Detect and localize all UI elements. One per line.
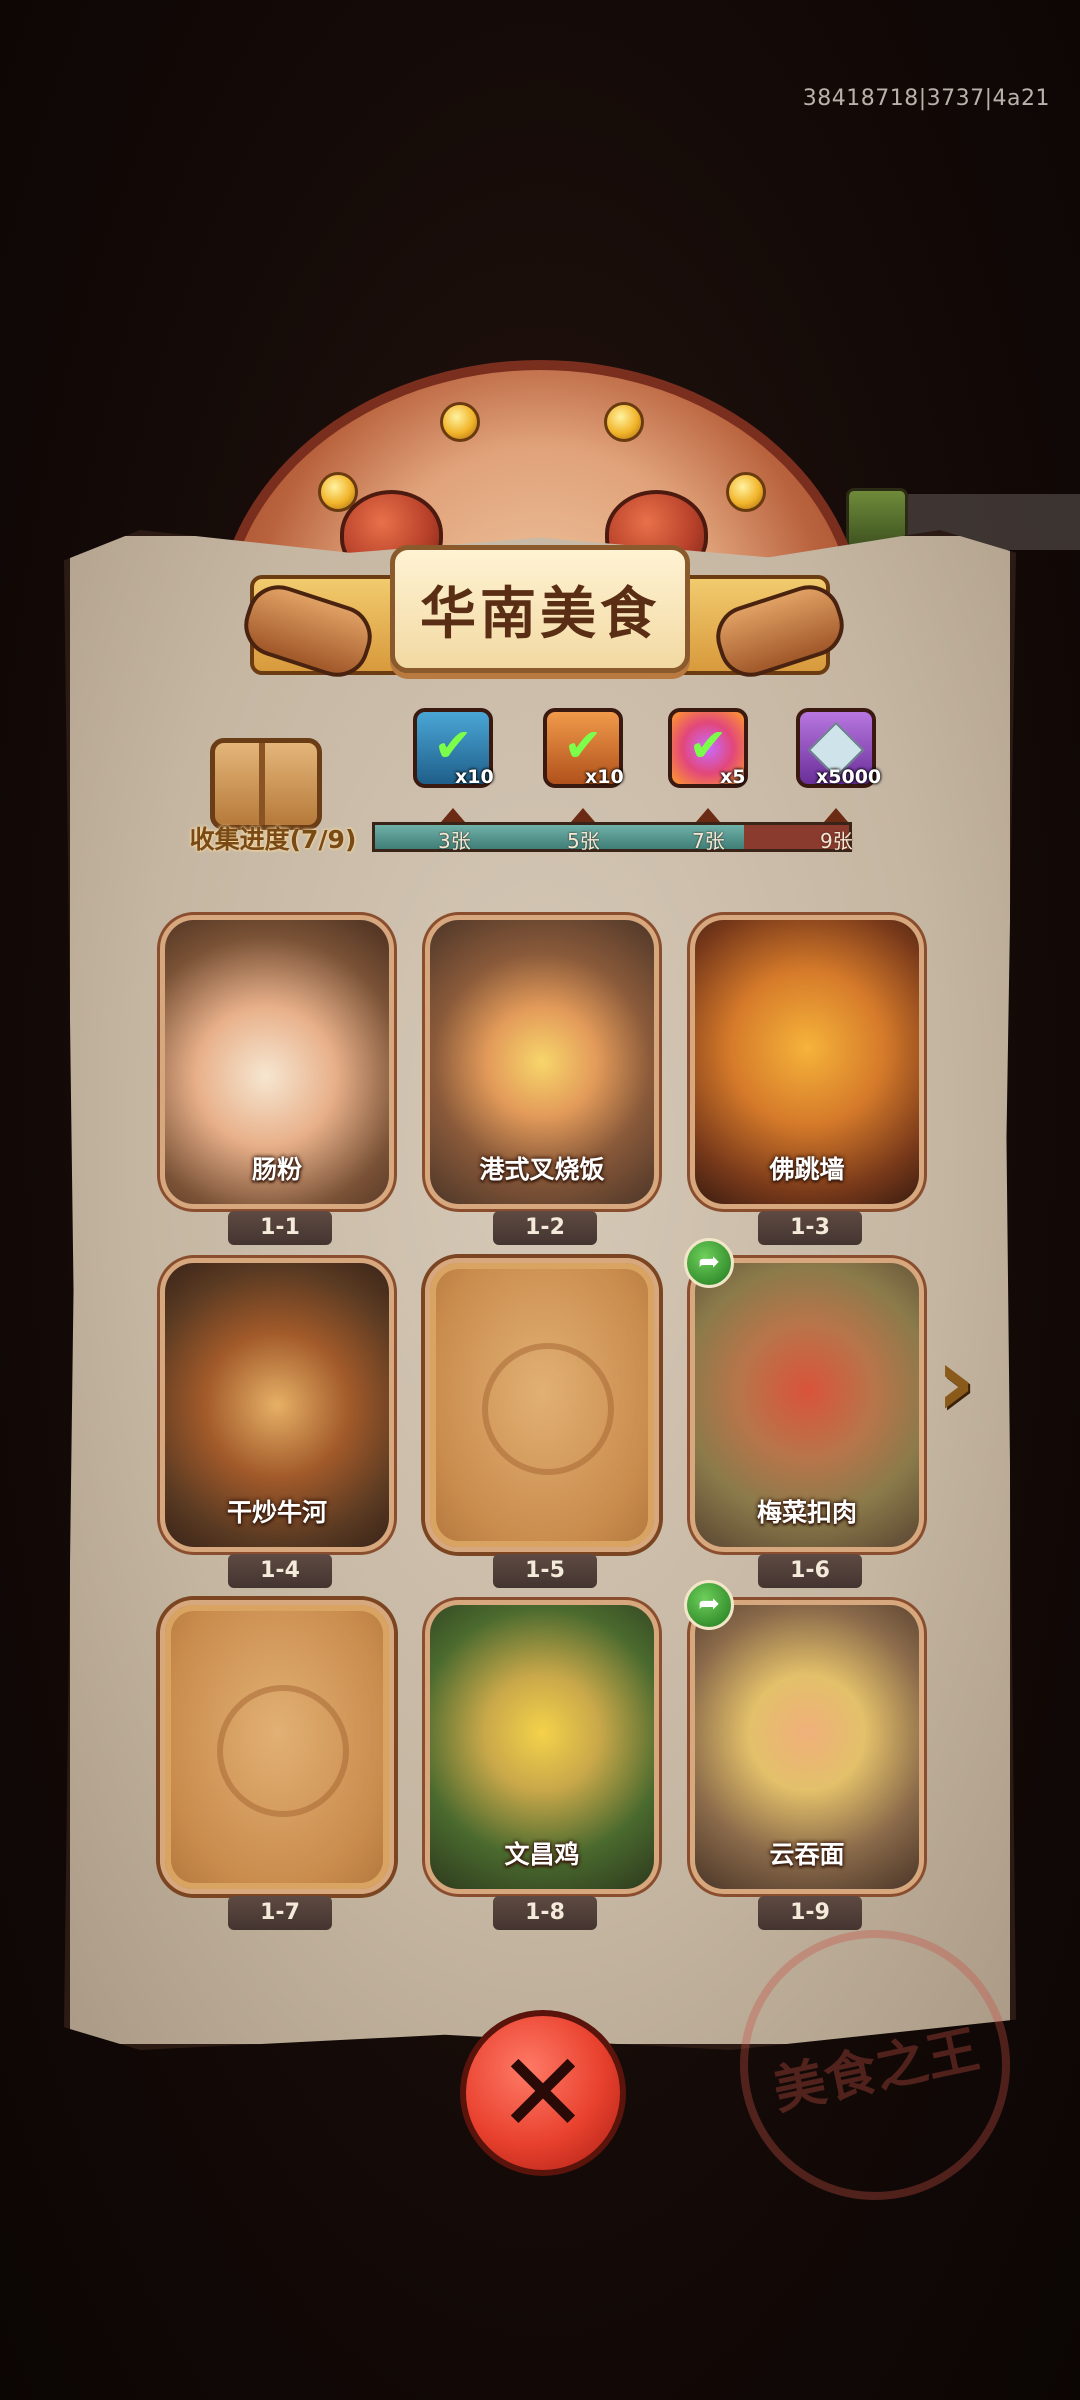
dish-name: 云吞面 xyxy=(769,1840,845,1869)
dish-card[interactable]: 云吞面 xyxy=(690,1600,924,1894)
locked-bowl-placeholder xyxy=(217,1685,349,1817)
dish-card-locked[interactable] xyxy=(160,1600,394,1894)
progress-fill xyxy=(375,825,744,849)
dish-card-locked[interactable] xyxy=(425,1258,659,1552)
dish-card[interactable]: 干炒牛河 xyxy=(160,1258,394,1552)
reward-item[interactable]: x5000 xyxy=(796,708,881,788)
dish-name: 肠粉 xyxy=(251,1155,302,1184)
dish-name: 干炒牛河 xyxy=(226,1498,327,1527)
tier-label: 7张 xyxy=(692,829,725,853)
stud-icon xyxy=(604,402,644,442)
dish-number-label: 1-8 xyxy=(493,1896,597,1930)
collection-progress-label: 收集进度(7/9) xyxy=(189,825,357,854)
collection-book-icon xyxy=(210,738,322,830)
dish-name: 港式叉烧饭 xyxy=(479,1155,605,1184)
close-icon: ✕ xyxy=(496,2029,590,2157)
dish-card[interactable]: 港式叉烧饭 xyxy=(425,915,659,1209)
dish-card[interactable]: 梅菜扣肉 xyxy=(690,1258,924,1552)
dish-name: 梅菜扣肉 xyxy=(756,1498,857,1527)
reward-item[interactable]: ✔ x10 xyxy=(543,708,624,788)
dish-number-label: 1-2 xyxy=(493,1211,597,1245)
tier-label: 9张 xyxy=(820,829,853,853)
tier-label: 5张 xyxy=(567,829,600,853)
dish-number-label: 1-7 xyxy=(228,1896,332,1930)
dish-number-label: 1-1 xyxy=(228,1211,332,1245)
tier-marker xyxy=(571,808,595,822)
chevron-right-icon[interactable]: › xyxy=(936,1332,1006,1432)
dish-name: 佛跳墙 xyxy=(769,1155,845,1184)
dish-card[interactable]: 肠粉 xyxy=(160,915,394,1209)
reward-count: x5 xyxy=(720,766,746,788)
reward-count: x10 xyxy=(455,766,494,788)
reward-count: x10 xyxy=(585,766,624,788)
stud-icon xyxy=(440,402,480,442)
tier-marker xyxy=(696,808,720,822)
locked-bowl-placeholder xyxy=(482,1343,614,1475)
tier-marker xyxy=(824,808,848,822)
reward-count: x5000 xyxy=(816,766,882,788)
close-button[interactable]: ✕ xyxy=(460,2010,626,2176)
dish-number-label: 1-5 xyxy=(493,1554,597,1588)
stud-icon xyxy=(726,472,766,512)
dish-number-label: 1-9 xyxy=(758,1896,862,1930)
dish-number-label: 1-4 xyxy=(228,1554,332,1588)
share-arrow-icon[interactable]: ➦ xyxy=(684,1580,734,1630)
reward-item[interactable]: ✔ x10 xyxy=(413,708,494,788)
dish-number-label: 1-6 xyxy=(758,1554,862,1588)
page-title: 华南美食 xyxy=(390,545,690,673)
share-arrow-icon[interactable]: ➦ xyxy=(684,1238,734,1288)
tier-label: 3张 xyxy=(438,829,471,853)
dish-number-label: 1-3 xyxy=(758,1211,862,1245)
dish-card[interactable]: 文昌鸡 xyxy=(425,1600,659,1894)
reward-item[interactable]: ✔ x5 xyxy=(668,708,748,788)
tier-marker xyxy=(441,808,465,822)
dish-card[interactable]: 佛跳墙 xyxy=(690,915,924,1209)
build-id: 38418718|3737|4a21 xyxy=(802,86,1050,111)
dish-name: 文昌鸡 xyxy=(504,1840,580,1869)
